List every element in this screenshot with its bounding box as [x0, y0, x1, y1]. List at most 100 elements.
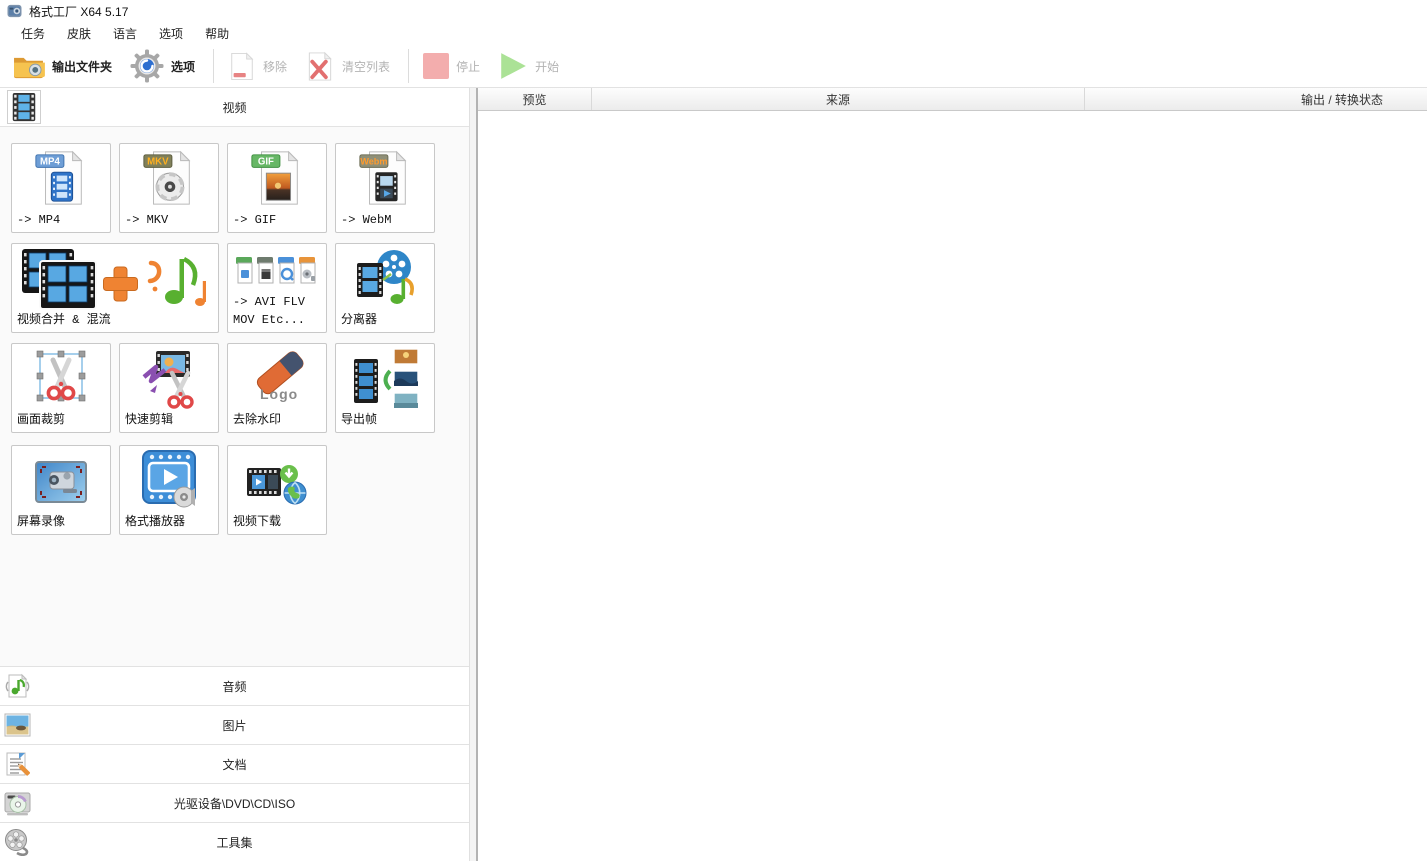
sidebar-item-toolset[interactable]: 工具集 — [0, 822, 469, 861]
eraser-logo-icon: Logo — [228, 347, 326, 409]
task-list-header: 预览 来源 输出 / 转换状态 — [478, 88, 1427, 111]
tile-label: -> MP4 — [17, 212, 60, 229]
menu-bar: 任务 皮肤 语言 选项 帮助 — [0, 22, 1427, 45]
menu-options[interactable]: 选项 — [148, 22, 194, 45]
remove-file-icon — [228, 51, 256, 82]
stop-button[interactable]: 停止 — [423, 53, 480, 79]
sidebar-item-audio[interactable]: 音频 — [0, 666, 469, 705]
main-area: 视频 MP4 — [0, 88, 1427, 861]
column-header-source[interactable]: 来源 — [592, 88, 1085, 110]
logo-watermark-text: Logo — [260, 386, 298, 402]
sidebar-item-label: 音频 — [0, 678, 469, 695]
splitter-icon — [336, 247, 434, 311]
video-download-icon — [228, 462, 326, 506]
tile-label: -> WebM — [341, 212, 391, 229]
tile-label: 视频下载 — [233, 514, 281, 531]
options-label: 选项 — [171, 58, 195, 75]
sidebar-item-label: 图片 — [0, 717, 469, 734]
start-label: 开始 — [535, 58, 559, 75]
tile-video-download[interactable]: 视频下载 — [227, 445, 327, 535]
gif-badge-text: GIF — [258, 156, 274, 167]
tile-remove-watermark[interactable]: Logo 去除水印 — [227, 343, 327, 433]
panel-splitter[interactable] — [470, 88, 478, 861]
tile-label: 画面裁剪 — [17, 412, 65, 429]
webm-badge-text: Webm — [360, 156, 387, 166]
column-header-output-status[interactable]: 输出 / 转换状态 — [1085, 88, 1427, 110]
toolbar-separator — [213, 49, 214, 83]
toolbar-separator — [408, 49, 409, 83]
tile-label: -> AVI FLV MOV Etc... — [233, 294, 305, 329]
gear-icon — [130, 49, 164, 83]
tile-screen-record[interactable]: 屏幕录像 — [11, 445, 111, 535]
column-header-preview[interactable]: 预览 — [478, 88, 592, 110]
menu-task[interactable]: 任务 — [10, 22, 56, 45]
tile-quick-clip[interactable]: 快速剪辑 — [119, 343, 219, 433]
remove-button[interactable]: 移除 — [228, 51, 287, 82]
tile-format-player[interactable]: 格式播放器 — [119, 445, 219, 535]
menu-help[interactable]: 帮助 — [194, 22, 240, 45]
tile-to-mkv[interactable]: MKV -> MKV — [119, 143, 219, 233]
remove-label: 移除 — [263, 58, 287, 75]
video-merge-icon — [12, 247, 218, 311]
output-folder-button[interactable]: 输出文件夹 — [12, 53, 112, 80]
options-button[interactable]: 选项 — [130, 49, 195, 83]
video-section-label: 视频 — [0, 99, 469, 116]
format-player-icon — [120, 449, 218, 511]
sidebar-item-label: 工具集 — [0, 834, 469, 851]
mkv-file-icon: MKV — [120, 147, 218, 209]
mp4-badge-text: MP4 — [40, 156, 60, 167]
tile-video-merge-mux[interactable]: 视频合并 & 混流 — [11, 243, 219, 333]
tile-to-webm[interactable]: Webm -> — [335, 143, 435, 233]
menu-language[interactable]: 语言 — [102, 22, 148, 45]
mp4-file-icon: MP4 — [12, 147, 110, 209]
clear-list-button[interactable]: 清空列表 — [305, 51, 390, 82]
video-tiles-grid: MP4 — [0, 127, 469, 666]
category-sidebar: 视频 MP4 — [0, 88, 470, 861]
tile-label: -> GIF — [233, 212, 276, 229]
play-triangle-icon — [498, 51, 528, 81]
mkv-badge-text: MKV — [147, 156, 169, 167]
start-button[interactable]: 开始 — [498, 51, 559, 81]
tile-export-frames[interactable]: 导出帧 — [335, 343, 435, 433]
sidebar-item-label: 文档 — [0, 756, 469, 773]
app-logo-icon — [7, 4, 22, 18]
sidebar-item-document[interactable]: 文档 — [0, 744, 469, 783]
title-bar: 格式工厂 X64 5.17 — [0, 0, 1427, 22]
tile-label: 导出帧 — [341, 412, 377, 429]
window-title: 格式工厂 X64 5.17 — [29, 3, 128, 20]
tile-label: 屏幕录像 — [17, 514, 65, 531]
task-list-panel: 预览 来源 输出 / 转换状态 — [478, 88, 1427, 861]
toolbar: 输出文件夹 选项 — [0, 45, 1427, 88]
multi-format-icon — [228, 256, 326, 290]
stop-label: 停止 — [456, 58, 480, 75]
screen-record-icon — [12, 458, 110, 510]
export-frames-icon — [336, 347, 434, 411]
crop-scissors-icon — [12, 347, 110, 409]
tile-label: 格式播放器 — [125, 514, 185, 531]
tile-to-avi-flv-mov[interactable]: -> AVI FLV MOV Etc... — [227, 243, 327, 333]
tile-splitter[interactable]: 分离器 — [335, 243, 435, 333]
tile-label: 去除水印 — [233, 412, 281, 429]
tile-to-gif[interactable]: GIF -> GIF — [227, 143, 327, 233]
clear-list-icon — [305, 51, 335, 82]
quick-clip-icon — [120, 347, 218, 409]
section-header-video[interactable]: 视频 — [0, 88, 469, 127]
output-folder-label: 输出文件夹 — [52, 58, 112, 75]
clear-list-label: 清空列表 — [342, 58, 390, 75]
menu-skin[interactable]: 皮肤 — [56, 22, 102, 45]
task-list-body — [478, 111, 1427, 861]
sidebar-item-rom-device[interactable]: 光驱设备\DVD\CD\ISO — [0, 783, 469, 822]
tile-to-mp4[interactable]: MP4 — [11, 143, 111, 233]
tile-label: 视频合并 & 混流 — [17, 312, 111, 329]
category-accordion: 音频 图片 — [0, 666, 469, 861]
tile-crop[interactable]: 画面裁剪 — [11, 343, 111, 433]
tile-label: 分离器 — [341, 312, 377, 329]
tile-label: -> MKV — [125, 212, 168, 229]
tile-label: 快速剪辑 — [125, 412, 173, 429]
sidebar-item-label: 光驱设备\DVD\CD\ISO — [0, 795, 469, 812]
webm-file-icon: Webm — [336, 147, 434, 209]
folder-icon — [12, 53, 45, 80]
sidebar-item-picture[interactable]: 图片 — [0, 705, 469, 744]
gif-file-icon: GIF — [228, 147, 326, 209]
stop-square-icon — [423, 53, 449, 79]
